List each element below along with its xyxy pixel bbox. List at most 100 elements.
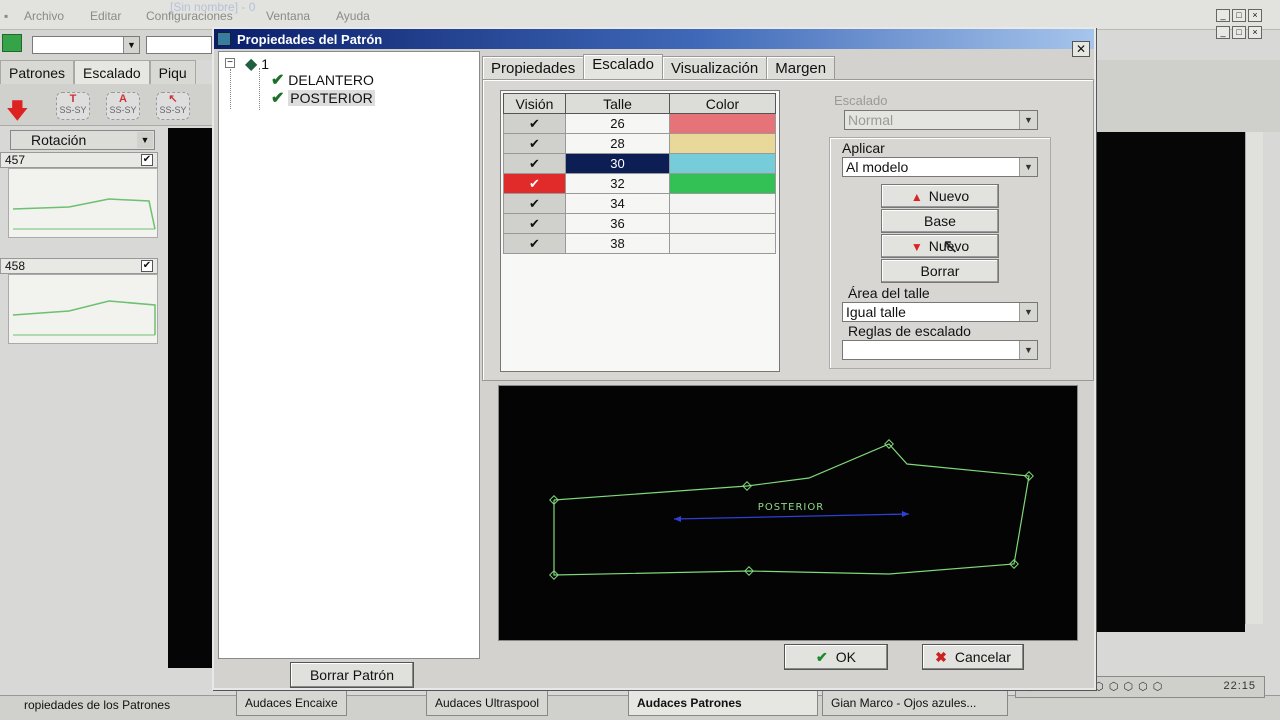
size-color-swatch[interactable] [669, 113, 776, 134]
checkbox-458[interactable]: ✔ [141, 260, 153, 272]
doc-minimize-icon[interactable]: _ [1216, 26, 1230, 39]
preview-piece-label: POSTERIOR [758, 502, 824, 513]
menu-ayuda[interactable]: Ayuda [336, 9, 370, 23]
tree-collapse-icon[interactable]: − [225, 58, 235, 68]
check-icon: ✔ [816, 649, 828, 665]
tool-a-icon[interactable]: A SS-SY [106, 92, 140, 120]
taskbar-media[interactable]: Gian Marco - Ojos azules... [822, 690, 1008, 716]
size-color-swatch[interactable] [669, 153, 776, 174]
mouse-cursor-icon: ↖ [942, 236, 959, 258]
taskbar-patrones[interactable]: Audaces Patrones [628, 690, 818, 716]
size-row[interactable]: ✔ 36 [503, 213, 776, 234]
maximize-icon[interactable]: □ [1232, 9, 1246, 22]
app-title: [Sin nombre] - 0 [170, 0, 256, 14]
app-tabs: Patrones Escalado Piqu [0, 60, 196, 84]
doc-maximize-icon[interactable]: □ [1232, 26, 1246, 39]
vision-check-icon[interactable]: ✔ [503, 173, 566, 194]
tree-root[interactable]: ◆ 1 [245, 54, 269, 74]
size-row[interactable]: ✔ 30 [503, 153, 776, 174]
menu-ventana[interactable]: Ventana [266, 9, 310, 23]
checkbox-457[interactable]: ✔ [141, 154, 153, 166]
arrow-down-icon: ▼ [910, 240, 923, 254]
minimize-icon[interactable]: _ [1216, 9, 1230, 22]
tool-t-icon[interactable]: T SS-SY [56, 92, 90, 120]
taskbar-ultraspool[interactable]: Audaces Ultraspool [426, 690, 549, 716]
taskbar-encaixe[interactable]: Audaces Encaixe [236, 690, 347, 716]
cancel-button[interactable]: ✖ Cancelar [922, 644, 1024, 670]
chevron-down-icon: ▼ [123, 37, 139, 53]
tool-pointer-icon[interactable]: ↖ SS-SY [156, 92, 190, 120]
app-window-controls: _ □ × [1216, 9, 1262, 23]
tab-propiedades[interactable]: Propiedades [482, 56, 585, 80]
toolbar-combo-2[interactable] [146, 36, 212, 54]
chevron-down-icon: ▼ [137, 132, 153, 148]
size-value[interactable]: 32 [565, 173, 670, 194]
area-label: Área del talle [848, 285, 930, 301]
tree-item-delantero[interactable]: ✔ DELANTERO [271, 70, 374, 90]
tab-escalado[interactable]: Escalado [583, 54, 663, 80]
delete-pattern-button[interactable]: Borrar Patrón [290, 662, 414, 688]
size-color-swatch[interactable] [669, 173, 776, 194]
pattern-tree: − ◆ 1 ✔ DELANTERO ✔ POSTERIOR [218, 51, 480, 659]
vision-check-icon[interactable]: ✔ [503, 133, 566, 154]
thumbnail-458[interactable] [8, 274, 158, 344]
right-panel [1095, 60, 1280, 132]
size-value[interactable]: 30 [565, 153, 670, 174]
chevron-down-icon: ▼ [1019, 158, 1037, 176]
rotation-combo[interactable]: Rotación ▼ [10, 130, 155, 150]
thumbnail-457[interactable] [8, 168, 158, 238]
size-value[interactable]: 34 [565, 193, 670, 214]
size-row[interactable]: ✔ 28 [503, 133, 776, 154]
size-color-swatch[interactable] [669, 193, 776, 214]
close-icon: ✕ [1075, 42, 1087, 56]
toolbar-combo-1[interactable]: ▼ [32, 36, 140, 54]
tab-patrones[interactable]: Patrones [0, 60, 75, 84]
size-row[interactable]: ✔ 26 [503, 113, 776, 134]
size-color-swatch[interactable] [669, 133, 776, 154]
new-size-down-button[interactable]: ▼ Nuevo [881, 234, 999, 258]
tab-margen[interactable]: Margen [766, 56, 836, 80]
size-color-swatch[interactable] [669, 233, 776, 254]
tab-visualizacion[interactable]: Visualización [661, 56, 768, 80]
close-icon[interactable]: × [1248, 9, 1262, 22]
chevron-down-icon: ▼ [1019, 341, 1037, 359]
pattern-icon: ◆ [245, 56, 258, 73]
size-row[interactable]: ✔ 38 [503, 233, 776, 254]
close-icon: ✖ [935, 649, 947, 665]
vision-check-icon[interactable]: ✔ [503, 113, 566, 134]
delete-size-button[interactable]: Borrar [881, 259, 999, 283]
size-value[interactable]: 28 [565, 133, 670, 154]
aplicar-select[interactable]: Al modelo ▼ [842, 157, 1038, 177]
size-value[interactable]: 38 [565, 233, 670, 254]
vision-check-icon[interactable]: ✔ [503, 193, 566, 214]
arrow-down-icon[interactable]: 🡇 [6, 94, 29, 132]
size-row[interactable]: ✔ 34 [503, 193, 776, 214]
chevron-down-icon: ▼ [1019, 303, 1037, 321]
escalado-select[interactable]: Normal ▼ [844, 110, 1038, 130]
tab-piquetes[interactable]: Piqu [149, 60, 196, 84]
tree-item-posterior[interactable]: ✔ POSTERIOR [271, 88, 375, 108]
tree-connector [230, 69, 258, 109]
thumbnail-header-457: 457 ✔ [0, 152, 158, 168]
size-value[interactable]: 36 [565, 213, 670, 234]
new-size-up-button[interactable]: ▲ Nuevo [881, 184, 999, 208]
thumbnail-header-458: 458 ✔ [0, 258, 158, 274]
size-color-swatch[interactable] [669, 213, 776, 234]
color-swatch-icon[interactable] [2, 34, 22, 52]
menu-archivo[interactable]: Archivo [24, 9, 64, 23]
base-size-button[interactable]: Base [881, 209, 999, 233]
reglas-select[interactable]: ▼ [842, 340, 1038, 360]
vision-check-icon[interactable]: ✔ [503, 233, 566, 254]
menu-editar[interactable]: Editar [90, 9, 121, 23]
vertical-scrollbar[interactable] [1245, 132, 1263, 624]
size-row[interactable]: ✔ 32 [503, 173, 776, 194]
tab-escalado-app[interactable]: Escalado [74, 60, 150, 84]
doc-close-icon[interactable]: × [1248, 26, 1262, 39]
size-value[interactable]: 26 [565, 113, 670, 134]
ok-button[interactable]: ✔ OK [784, 644, 888, 670]
vision-check-icon[interactable]: ✔ [503, 213, 566, 234]
area-select[interactable]: Igual talle ▼ [842, 302, 1038, 322]
dialog-close-button[interactable]: ✕ [1072, 41, 1090, 57]
aplicar-label: Aplicar [842, 140, 885, 156]
vision-check-icon[interactable]: ✔ [503, 153, 566, 174]
